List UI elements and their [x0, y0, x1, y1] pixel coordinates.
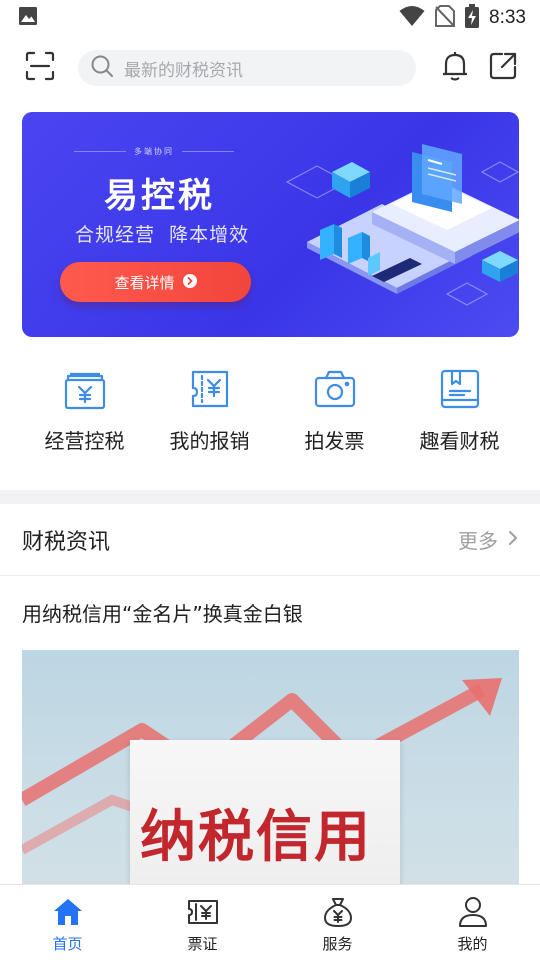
quick-item-take-invoice-photo[interactable]: 拍发票	[272, 364, 397, 464]
news-image-paper: 纳税信用	[130, 740, 400, 886]
share-button[interactable]	[488, 52, 518, 84]
nav-tickets[interactable]: 票证	[135, 885, 270, 960]
quick-item-tax-control[interactable]: 经营控税	[22, 364, 147, 464]
status-bar: 8:33	[0, 0, 540, 36]
top-bar: 最新的财税资讯	[0, 46, 540, 90]
quick-menu: 经营控税 我的报销 拍发票 趣看财税	[0, 364, 540, 464]
bell-icon	[441, 50, 469, 86]
view-details-button[interactable]: 查看详情	[60, 262, 251, 302]
money-bag-icon	[321, 895, 355, 929]
book-icon	[435, 364, 485, 414]
chevron-right-icon	[508, 530, 518, 550]
quick-label: 经营控税	[44, 429, 125, 453]
banner-subtitle: 合规经营 降本增效	[75, 224, 250, 246]
news-section-title: 财税资讯	[22, 529, 111, 555]
nav-home[interactable]: 首页	[0, 885, 135, 960]
nav-services[interactable]: 服务	[270, 885, 405, 960]
news-headline[interactable]: 用纳税信用“金名片”换真金白银	[22, 598, 303, 627]
quick-label: 我的报销	[169, 429, 250, 453]
news-image-text: 纳税信用	[140, 804, 372, 870]
share-icon	[488, 51, 518, 85]
nav-label: 首页	[52, 935, 83, 953]
tax-control-icon	[60, 364, 110, 414]
nav-label: 服务	[322, 935, 353, 953]
home-icon	[51, 895, 85, 929]
camera-icon	[310, 364, 360, 414]
battery-charging-icon	[465, 4, 480, 32]
scan-icon	[25, 51, 55, 85]
quick-label: 趣看财税	[419, 429, 500, 453]
status-time: 8:33	[489, 7, 526, 28]
news-image[interactable]: 纳税信用	[22, 650, 519, 886]
nav-profile[interactable]: 我的	[405, 885, 540, 960]
arrow-circle-icon	[182, 273, 197, 292]
search-input[interactable]: 最新的财税资讯	[78, 50, 416, 86]
news-section-header: 财税资讯 更多	[0, 504, 540, 576]
bottom-nav: 首页 票证 服务 我的	[0, 884, 540, 960]
reimbursement-icon	[185, 364, 235, 414]
user-icon	[456, 895, 490, 929]
notification-button[interactable]	[440, 52, 470, 84]
no-sim-icon	[435, 5, 456, 31]
more-label: 更多	[458, 529, 498, 553]
promo-banner[interactable]: 多端协同 易控税 合规经营 降本增效 查看详情	[22, 112, 519, 337]
image-notification-icon	[18, 6, 38, 30]
quick-item-reimbursement[interactable]: 我的报销	[147, 364, 272, 464]
section-divider	[0, 490, 540, 504]
banner-tagline-row: 多端协同	[74, 146, 234, 157]
wifi-icon	[399, 5, 425, 31]
banner-tagline: 多端协同	[134, 147, 174, 156]
more-news-link[interactable]: 更多	[458, 525, 518, 554]
nav-label: 票证	[187, 935, 218, 953]
isometric-illustration	[285, 144, 519, 306]
search-icon	[90, 54, 114, 82]
quick-label: 拍发票	[304, 429, 365, 453]
view-details-label: 查看详情	[114, 273, 175, 292]
search-placeholder: 最新的财税资讯	[124, 60, 243, 81]
quick-item-finance-reading[interactable]: 趣看财税	[397, 364, 522, 464]
ticket-icon	[186, 895, 220, 929]
banner-title: 易控税	[104, 176, 215, 216]
scan-button[interactable]	[24, 51, 56, 85]
nav-label: 我的	[457, 935, 488, 953]
